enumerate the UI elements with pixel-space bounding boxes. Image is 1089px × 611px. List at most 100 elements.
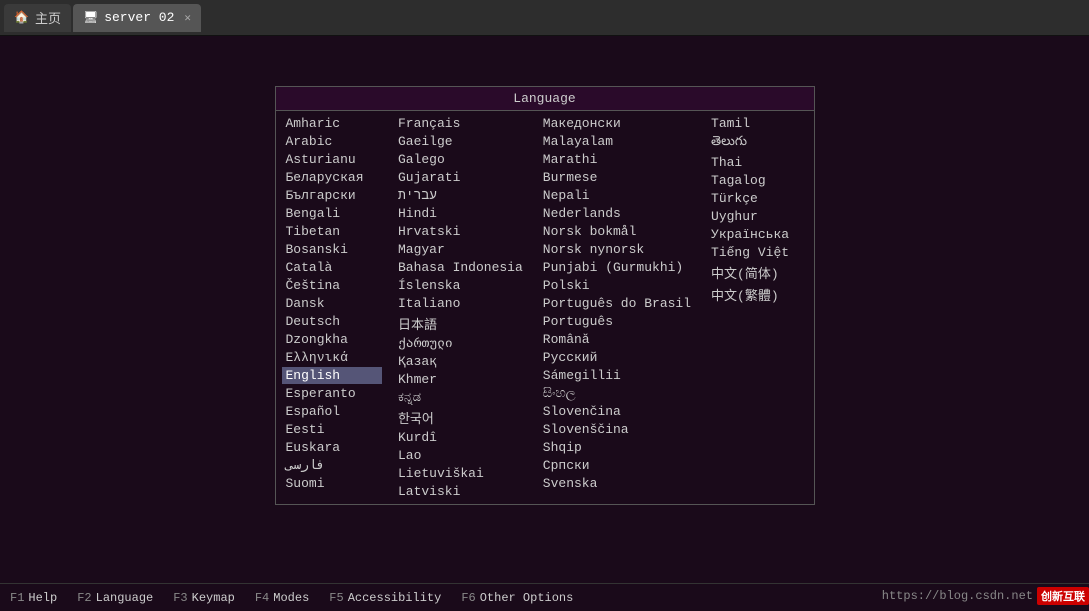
lang-col-2: Français Gaeilge Galego Gujarati עברית H… <box>388 111 533 504</box>
list-item[interactable]: Македонски <box>539 115 695 132</box>
list-item[interactable]: Ελληνικά <box>282 349 382 366</box>
list-item[interactable]: Norsk nynorsk <box>539 241 695 258</box>
list-item[interactable]: Uyghur <box>707 208 807 225</box>
func-f5[interactable]: F5 Accessibility <box>329 591 441 605</box>
dialog-title: Language <box>276 87 814 111</box>
list-item[interactable]: Italiano <box>394 295 527 312</box>
list-item[interactable]: Latviski <box>394 483 527 500</box>
list-item[interactable]: Bosanski <box>282 241 382 258</box>
func-f4[interactable]: F4 Modes <box>255 591 309 605</box>
list-item[interactable]: Arabic <box>282 133 382 150</box>
list-item[interactable]: ಕನ್ನಡ <box>394 389 527 406</box>
list-item[interactable]: فارسی <box>282 457 382 474</box>
list-item[interactable]: Қазақ <box>394 353 527 370</box>
language-dialog: Language Amharic Arabic Asturianu Белару… <box>275 86 815 505</box>
lang-col-1: Amharic Arabic Asturianu Беларуская Бълг… <box>276 111 388 504</box>
list-item[interactable]: Lao <box>394 447 527 464</box>
list-item[interactable]: Nederlands <box>539 205 695 222</box>
f1-key: F1 <box>10 591 24 605</box>
list-item[interactable]: Dansk <box>282 295 382 312</box>
list-item[interactable]: Português do Brasil <box>539 295 695 312</box>
main-area: Language Amharic Arabic Asturianu Белару… <box>0 36 1089 611</box>
list-item[interactable]: Slovenščina <box>539 421 695 438</box>
list-item[interactable]: Asturianu <box>282 151 382 168</box>
watermark-url: https://blog.csdn.net <box>882 589 1033 603</box>
func-f1[interactable]: F1 Help <box>10 591 57 605</box>
list-item[interactable]: Kurdî <box>394 429 527 446</box>
f2-label: Language <box>96 591 154 605</box>
list-item[interactable]: Deutsch <box>282 313 382 330</box>
list-item[interactable]: Marathi <box>539 151 695 168</box>
list-item[interactable]: Tiếng Việt <box>707 244 807 261</box>
list-item[interactable]: Hindi <box>394 205 527 222</box>
list-item[interactable]: Galego <box>394 151 527 168</box>
list-item[interactable]: Tibetan <box>282 223 382 240</box>
f6-key: F6 <box>461 591 475 605</box>
list-item[interactable]: Français <box>394 115 527 132</box>
list-item[interactable]: Nepali <box>539 187 695 204</box>
tab-server02[interactable]: 🖥 server 02 ✕ <box>73 4 201 32</box>
list-item[interactable]: Amharic <box>282 115 382 132</box>
list-item[interactable]: Español <box>282 403 382 420</box>
list-item[interactable]: Tagalog <box>707 172 807 189</box>
list-item[interactable]: Български <box>282 187 382 204</box>
list-item[interactable]: Gujarati <box>394 169 527 186</box>
list-item[interactable]: తెలుగు <box>707 133 807 153</box>
f1-label: Help <box>28 591 57 605</box>
watermark-logo: 创新互联 <box>1037 587 1089 605</box>
list-item[interactable]: 中文(繁體) <box>707 284 807 305</box>
list-item[interactable]: Polski <box>539 277 695 294</box>
list-item[interactable]: Română <box>539 331 695 348</box>
list-item[interactable]: 日本語 <box>394 313 527 334</box>
list-item[interactable]: Bengali <box>282 205 382 222</box>
list-item[interactable]: Slovenčina <box>539 403 695 420</box>
list-item[interactable]: Türkçe <box>707 190 807 207</box>
func-f6[interactable]: F6 Other Options <box>461 591 573 605</box>
list-item[interactable]: Čeština <box>282 277 382 294</box>
tab-home-label: 主页 <box>35 8 61 27</box>
tab-server02-label: server 02 <box>104 10 174 25</box>
list-item[interactable]: Українська <box>707 226 807 243</box>
tab-close-button[interactable]: ✕ <box>184 11 191 25</box>
f3-label: Keymap <box>192 591 235 605</box>
list-item[interactable]: Беларуская <box>282 169 382 186</box>
f4-label: Modes <box>273 591 309 605</box>
func-f3[interactable]: F3 Keymap <box>173 591 235 605</box>
list-item[interactable]: 中文(简体) <box>707 262 807 283</box>
list-item[interactable]: Català <box>282 259 382 276</box>
list-item[interactable]: 한국어 <box>394 407 527 428</box>
list-item[interactable]: Esperanto <box>282 385 382 402</box>
list-item[interactable]: Shqip <box>539 439 695 456</box>
list-item[interactable]: Hrvatski <box>394 223 527 240</box>
list-item[interactable]: עברית <box>394 187 527 204</box>
list-item[interactable]: Српски <box>539 457 695 474</box>
tab-home[interactable]: 🏠 主页 <box>4 4 71 32</box>
list-item[interactable]: Tamil <box>707 115 807 132</box>
list-item[interactable]: Gaeilge <box>394 133 527 150</box>
list-item[interactable]: Euskara <box>282 439 382 456</box>
list-item[interactable]: Norsk bokmål <box>539 223 695 240</box>
func-f2[interactable]: F2 Language <box>77 591 153 605</box>
list-item[interactable]: Punjabi (Gurmukhi) <box>539 259 695 276</box>
list-item[interactable]: Burmese <box>539 169 695 186</box>
list-item[interactable]: Eesti <box>282 421 382 438</box>
list-item[interactable]: ქართული <box>394 335 527 352</box>
lang-col-3: Македонски Malayalam Marathi Burmese Nep… <box>533 111 701 504</box>
f3-key: F3 <box>173 591 187 605</box>
list-item-english[interactable]: English <box>282 367 382 384</box>
list-item[interactable]: Khmer <box>394 371 527 388</box>
list-item[interactable]: Svenska <box>539 475 695 492</box>
list-item[interactable]: Íslenska <box>394 277 527 294</box>
list-item[interactable]: Sámegillii <box>539 367 695 384</box>
f5-key: F5 <box>329 591 343 605</box>
list-item[interactable]: Русский <box>539 349 695 366</box>
list-item[interactable]: සිංහල <box>539 385 695 402</box>
list-item[interactable]: Thai <box>707 154 807 171</box>
list-item[interactable]: Bahasa Indonesia <box>394 259 527 276</box>
list-item[interactable]: Malayalam <box>539 133 695 150</box>
list-item[interactable]: Magyar <box>394 241 527 258</box>
list-item[interactable]: Português <box>539 313 695 330</box>
list-item[interactable]: Lietuviškai <box>394 465 527 482</box>
list-item[interactable]: Suomi <box>282 475 382 492</box>
list-item[interactable]: Dzongkha <box>282 331 382 348</box>
